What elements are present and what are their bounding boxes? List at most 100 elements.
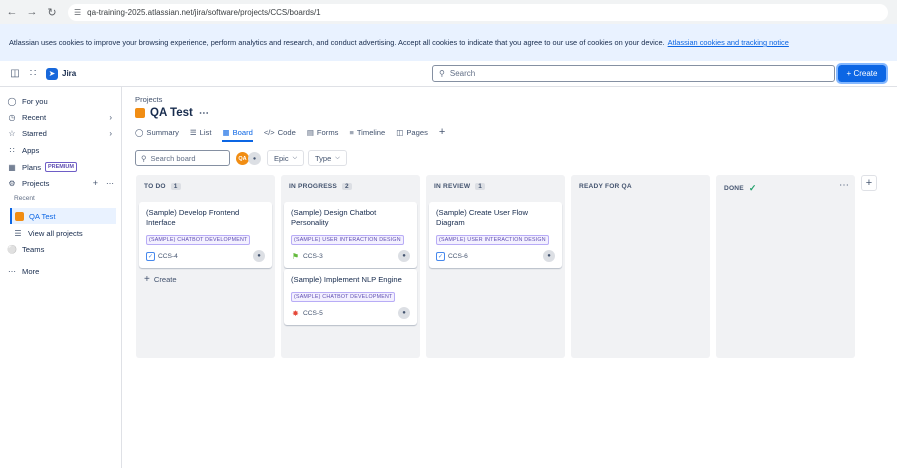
column-count: 2 (342, 183, 352, 190)
epic-filter[interactable]: Epic ⌵ (267, 150, 305, 166)
add-project-icon[interactable]: + (93, 178, 98, 188)
browser-toolbar: ← → ↻ ☰ qa-training-2025.atlassian.net/j… (0, 0, 897, 24)
sidebar-item-plans[interactable]: ▦ Plans PREMIUM (6, 160, 118, 174)
project-icon (135, 108, 145, 118)
issue-key[interactable]: CCS-6 (448, 253, 468, 260)
column-header: IN PROGRESS 2 (289, 183, 352, 190)
cookie-notice-link[interactable]: Atlassian cookies and tracking notice (668, 38, 789, 47)
tab-pages[interactable]: ◫ Pages (396, 125, 428, 139)
more-icon[interactable]: ⋯ (106, 179, 114, 188)
assignee-avatar-icon[interactable]: ● (543, 250, 555, 262)
sidebar-recent-heading: Recent (14, 195, 35, 202)
issue-card[interactable]: (Sample) Develop Frontend Interface (SAM… (139, 202, 272, 268)
add-tab-icon[interactable]: + (439, 125, 445, 139)
type-filter[interactable]: Type ⌵ (308, 150, 347, 166)
task-checkbox-icon: ✓ (436, 251, 445, 261)
projects-icon: ⚙ (8, 178, 16, 188)
user-avatar-filter-icon[interactable]: ● (248, 152, 261, 165)
sidebar-item-projects[interactable]: ⚙ Projects + ⋯ (6, 176, 118, 190)
page-title-row: QA Test ⋯ (135, 107, 209, 119)
jira-logo-icon[interactable]: ➤ (46, 67, 58, 80)
tab-summary[interactable]: ◯ Summary (135, 125, 179, 139)
card-footer: ✓ CCS-4 ● (146, 250, 265, 262)
back-icon[interactable]: ← (4, 4, 20, 20)
cookie-banner: Atlassian uses cookies to improve your b… (0, 24, 897, 61)
url-text: qa-training-2025.atlassian.net/jira/soft… (87, 7, 321, 17)
forms-icon: ▤ (306, 127, 314, 137)
user-circle-icon: ◯ (7, 96, 17, 106)
global-search-input[interactable]: ⚲ Search (432, 65, 835, 82)
sidebar-item-label: Recent (22, 112, 47, 122)
sidebar-item-for-you[interactable]: ◯ For you (6, 94, 118, 108)
tab-label: Summary (146, 127, 179, 137)
sidebar-item-more[interactable]: ⋯ More (6, 264, 118, 278)
card-footer: ✓ CCS-6 ● (436, 250, 555, 262)
epic-label[interactable]: (SAMPLE) CHATBOT DEVELOPMENT (291, 292, 396, 302)
assignee-avatar-icon[interactable]: ● (398, 250, 410, 262)
column-count: 1 (170, 183, 181, 190)
column-name: IN REVIEW (434, 183, 471, 190)
tab-forms[interactable]: ▤ Forms (307, 125, 339, 139)
app-switcher-icon[interactable]: ∷ (26, 67, 40, 81)
board-column-in-progress: IN PROGRESS 2 (Sample) Design Chatbot Per… (281, 175, 420, 358)
globe-icon: ◯ (135, 127, 144, 137)
create-label: Create (153, 275, 177, 284)
column-header: READY FOR QA (579, 183, 632, 190)
column-header: TO DO 1 (144, 183, 181, 190)
assignee-avatar-icon[interactable]: ● (398, 307, 410, 319)
assignee-avatar-icon[interactable]: ● (253, 250, 265, 262)
tab-label: Pages (406, 127, 428, 137)
premium-badge: PREMIUM (45, 162, 77, 172)
tab-code[interactable]: </> Code (264, 125, 296, 139)
issue-card[interactable]: (Sample) Implement NLP Engine (SAMPLE) C… (284, 269, 417, 325)
chevron-right-icon: › (109, 128, 112, 138)
bug-icon: ✸ (292, 308, 299, 318)
sidebar-item-recent[interactable]: ◷ Recent › (6, 110, 118, 124)
board-search-placeholder: Search board (150, 153, 196, 163)
column-count: 1 (475, 183, 486, 190)
issue-key[interactable]: CCS-3 (303, 253, 323, 260)
epic-label[interactable]: (SAMPLE) USER INTERACTION DESIGN (291, 235, 404, 245)
more-actions-icon[interactable]: ⋯ (199, 108, 209, 119)
address-bar[interactable]: ☰ qa-training-2025.atlassian.net/jira/so… (68, 3, 888, 21)
breadcrumb[interactable]: Projects (135, 95, 162, 104)
sidebar-item-apps[interactable]: ∷ Apps (6, 143, 118, 157)
issue-key[interactable]: CCS-4 (158, 253, 178, 260)
card-title: (Sample) Design Chatbot Personality (291, 208, 377, 227)
task-checkbox-icon: ✓ (146, 251, 155, 261)
project-icon (15, 211, 24, 221)
filter-label: Type (315, 153, 332, 163)
list-icon: ☰ (14, 228, 22, 238)
sidebar-toggle-icon[interactable]: ◫ (8, 67, 22, 81)
sidebar-item-label: QA Test (29, 211, 56, 221)
issue-card[interactable]: (Sample) Create User Flow Diagram (SAMPL… (429, 202, 562, 268)
tab-timeline[interactable]: ≡ Timeline (349, 125, 385, 139)
sidebar-item-view-all-projects[interactable]: ☰ View all projects (12, 226, 124, 240)
issue-key[interactable]: CCS-5 (303, 310, 323, 317)
sidebar: ◯ For you ◷ Recent › ☆ Starred › ∷ Apps … (0, 87, 122, 468)
issue-card[interactable]: (Sample) Design Chatbot Personality (SAM… (284, 202, 417, 268)
sidebar-item-label: For you (22, 96, 48, 106)
sidebar-item-label: Apps (22, 145, 40, 155)
epic-label[interactable]: (SAMPLE) USER INTERACTION DESIGN (436, 235, 549, 245)
cookie-text: Atlassian uses cookies to improve your b… (9, 38, 665, 47)
star-icon: ☆ (8, 128, 16, 138)
sidebar-item-qa-test[interactable]: QA Test (10, 208, 116, 224)
tab-list[interactable]: ☰ List (190, 125, 212, 139)
forward-icon[interactable]: → (24, 4, 40, 20)
epic-label[interactable]: (SAMPLE) CHATBOT DEVELOPMENT (146, 235, 251, 245)
reload-icon[interactable]: ↻ (44, 4, 60, 20)
tab-board[interactable]: ▦ Board (222, 125, 254, 142)
column-more-icon[interactable]: ⋯ (839, 180, 849, 191)
chevron-right-icon: › (109, 112, 112, 122)
sidebar-item-teams[interactable]: ⚪ Teams (6, 242, 118, 256)
create-issue-button[interactable]: + Create (144, 274, 177, 285)
site-info-icon[interactable]: ☰ (74, 8, 81, 17)
card-title: (Sample) Develop Frontend Interface (146, 208, 240, 227)
create-button[interactable]: + Create (836, 63, 888, 84)
board-search-input[interactable]: ⚲ Search board (135, 150, 230, 166)
sidebar-item-label: Plans (22, 162, 41, 172)
sidebar-item-starred[interactable]: ☆ Starred › (6, 126, 118, 140)
tab-label: Board (232, 127, 253, 137)
add-column-button[interactable]: + (861, 175, 877, 191)
